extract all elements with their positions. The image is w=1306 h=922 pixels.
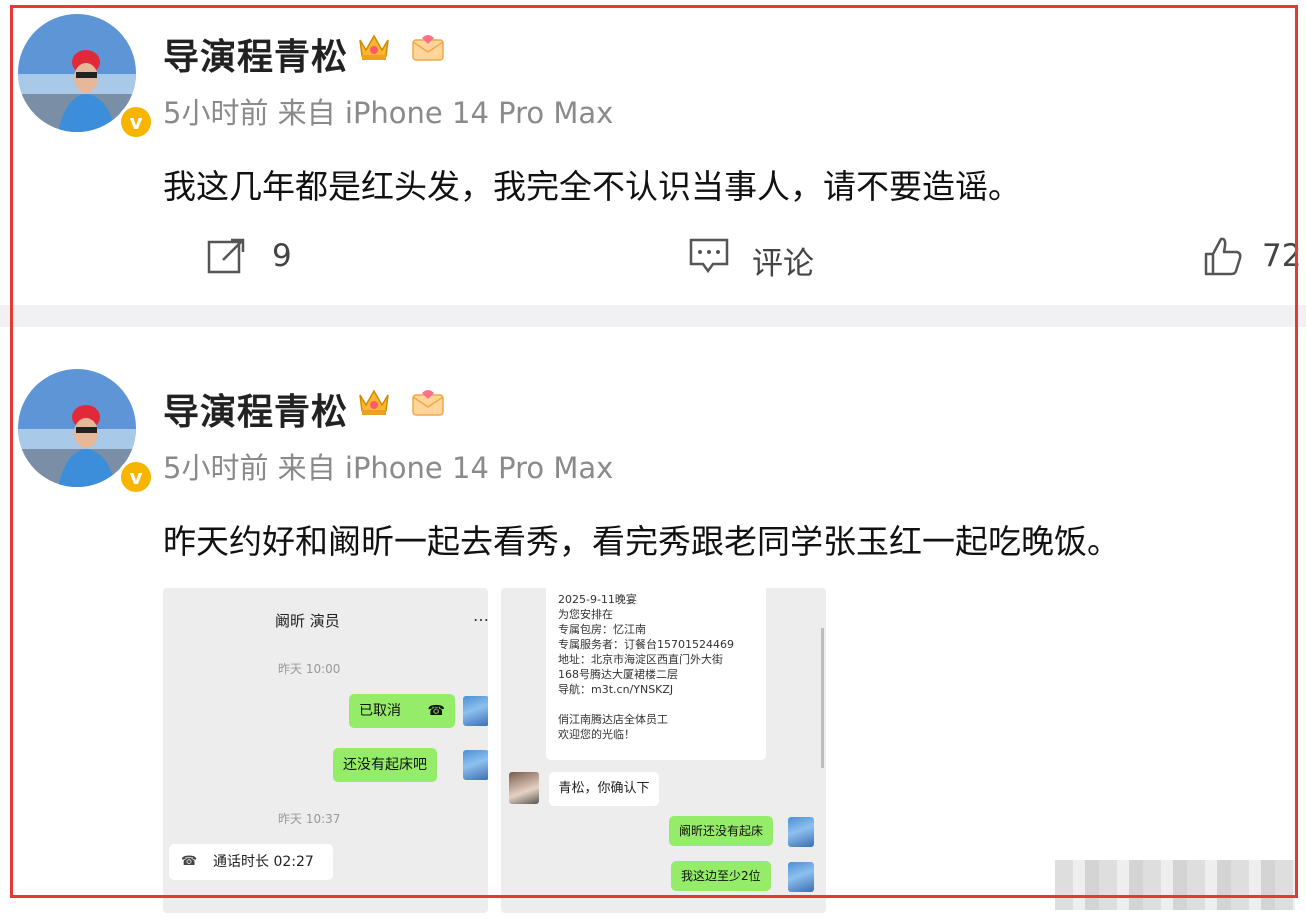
sender-avatar — [463, 696, 488, 726]
card-line: 导航：m3t.cn/YNSKZJ — [558, 683, 674, 696]
avatar[interactable]: v — [18, 14, 154, 140]
card-line: 为您安排在 — [558, 608, 613, 621]
chat-time: 昨天 10:00 — [278, 662, 341, 676]
weibo-post-2: v 导演程青松 5小时前 来自 iPhone 14 Pro Max 昨天约好和阚… — [0, 327, 1306, 922]
sender-avatar — [509, 772, 539, 804]
author-name[interactable]: 导演程青松 — [163, 383, 348, 435]
sender-avatar — [788, 862, 814, 892]
chat-bubble: 我这边至少2位 — [671, 861, 771, 891]
watermark — [1055, 860, 1295, 910]
card-line: 168号腾达大厦裙楼二层 — [558, 668, 678, 681]
like-count[interactable]: 72 — [1262, 238, 1301, 274]
post-meta: 5小时前 来自 iPhone 14 Pro Max — [163, 451, 614, 485]
card-line: 地址：北京市海淀区西直门外大街 — [558, 653, 723, 666]
card-line: 专属服务者：订餐台15701524469 — [558, 638, 734, 651]
phone-icon: ☎ — [181, 854, 198, 869]
booking-text: 2025-9-11晚宴 为您安排在 专属包房：忆江南 专属服务者：订餐台1570… — [558, 592, 734, 742]
post-divider — [0, 305, 1306, 327]
sender-avatar — [788, 817, 814, 847]
comment-icon[interactable] — [689, 238, 729, 278]
repost-icon[interactable] — [207, 238, 247, 278]
weibo-post-1: v 导演程青松 5小时前 来自 iPhone 14 Pro Max 我这几年都是… — [0, 0, 1306, 305]
author-name[interactable]: 导演程青松 — [163, 28, 348, 80]
crown-badge-icon — [356, 385, 392, 417]
card-line: 专属包房：忆江南 — [558, 623, 646, 636]
post-meta: 5小时前 来自 iPhone 14 Pro Max — [163, 96, 614, 130]
avatar[interactable]: v — [18, 369, 154, 495]
bubble-text: 已取消 — [359, 703, 401, 719]
call-duration-bubble: ☎ 通话时长 02:27 — [169, 844, 333, 880]
like-icon[interactable] — [1204, 236, 1242, 280]
chat-bubble: 青松，你确认下 — [549, 772, 659, 806]
chat-time: 昨天 10:37 — [278, 812, 341, 826]
booking-card: 2025-9-11晚宴 为您安排在 专属包房：忆江南 专属服务者：订餐台1570… — [546, 588, 766, 760]
comment-label[interactable]: 评论 — [752, 238, 814, 283]
envelope-badge-icon — [410, 32, 446, 64]
card-spacer — [558, 697, 734, 712]
scrollbar[interactable] — [821, 628, 824, 768]
chat-bubble: 已取消 ☎ — [349, 694, 455, 728]
card-line: 俏江南腾达店全体员工 — [558, 713, 668, 726]
card-line: 2025-9-11晚宴 — [558, 593, 637, 606]
more-icon: … — [473, 606, 488, 625]
call-duration: 通话时长 02:27 — [213, 854, 314, 870]
chat-screenshot-1[interactable]: 阚昕 演员 … 昨天 10:00 已取消 ☎ 还没有起床吧 昨天 10:37 ☎… — [163, 588, 488, 913]
chat-screenshot-2[interactable]: 2025-9-11晚宴 为您安排在 专属包房：忆江南 专属服务者：订餐台1570… — [501, 588, 826, 913]
envelope-badge-icon — [410, 387, 446, 419]
verified-icon: v — [118, 104, 154, 140]
card-line: 欢迎您的光临！ — [558, 728, 635, 741]
chat-bubble: 还没有起床吧 — [333, 748, 437, 782]
repost-count[interactable]: 9 — [272, 238, 292, 274]
phone-icon: ☎ — [427, 703, 445, 719]
verified-icon: v — [118, 459, 154, 495]
chat-title: 阚昕 演员 — [275, 612, 340, 630]
post-text: 昨天约好和阚昕一起去看秀，看完秀跟老同学张玉红一起吃晚饭。 — [163, 522, 1120, 561]
sender-avatar — [463, 750, 488, 780]
crown-badge-icon — [356, 30, 392, 62]
chat-bubble: 阚昕还没有起床 — [669, 816, 774, 846]
post-text: 我这几年都是红头发，我完全不认识当事人，请不要造谣。 — [163, 167, 1021, 206]
